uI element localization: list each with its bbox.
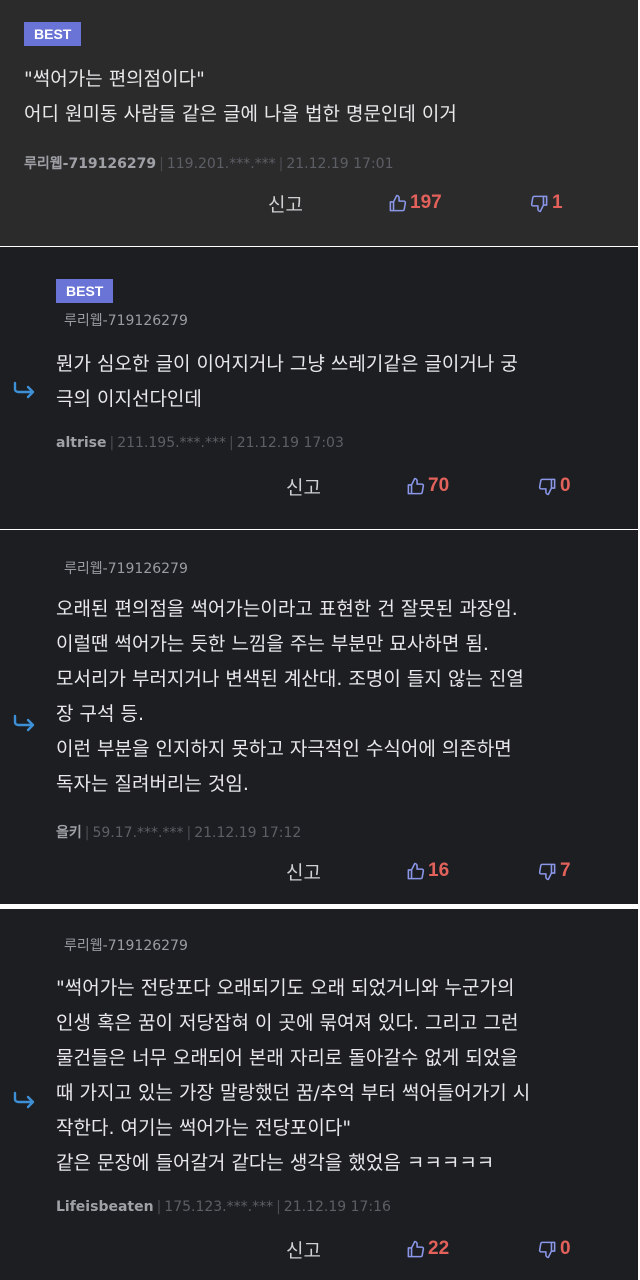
comment-body: 오래된 편의점을 썩어가는이라고 표현한 건 잘못된 과장임. 이럴땐 썩어가는… — [56, 598, 524, 795]
upvote-button[interactable]: 16 — [406, 860, 449, 882]
comment-best-1: BEST "썩어가는 편의점이다" 어디 원미동 사람들 같은 글에 나올 법한… — [0, 0, 638, 246]
report-button[interactable]: 신고 — [286, 473, 321, 500]
comment-date: 21.12.19 17:12 — [194, 825, 302, 841]
comment-actions: 신고 16 7 — [0, 858, 638, 888]
comment-reply-3: 루리웹-719126279 오래된 편의점을 썩어가는이라고 표현한 건 잘못된… — [0, 530, 638, 904]
meta-separator: | — [186, 825, 192, 841]
downvote-button[interactable]: 7 — [538, 860, 571, 882]
downvote-count: 1 — [552, 192, 563, 213]
comment-ip: 59.17.***.*** — [92, 825, 184, 841]
thumbs-up-icon — [407, 1240, 425, 1257]
thumbs-up-icon — [407, 477, 425, 494]
best-badge: BEST — [56, 279, 114, 303]
upvote-count: 22 — [428, 1238, 450, 1259]
upvote-count: 70 — [428, 475, 450, 496]
comment-date: 21.12.19 17:01 — [286, 156, 394, 172]
thumbs-up-icon — [407, 862, 425, 879]
meta-separator: | — [156, 1199, 162, 1215]
downvote-count: 0 — [560, 475, 571, 496]
comment-ip: 119.201.***.*** — [166, 156, 276, 172]
upvote-button[interactable]: 22 — [406, 1238, 449, 1260]
reply-target[interactable]: 루리웹-719126279 — [64, 558, 188, 578]
meta-separator: | — [84, 825, 90, 841]
comment-author[interactable]: altrise — [56, 435, 106, 451]
upvote-count: 16 — [428, 860, 450, 881]
comment-date: 21.12.19 17:03 — [236, 435, 344, 451]
upvote-count: 197 — [410, 192, 442, 213]
downvote-count: 0 — [560, 1238, 571, 1259]
meta-separator: | — [109, 435, 115, 451]
reply-target[interactable]: 루리웹-719126279 — [64, 935, 188, 955]
comment-meta: Lifeisbeaten | 175.123.***.*** | 21.12.19 17… — [56, 1199, 391, 1215]
reply-arrow-icon — [13, 714, 35, 732]
comment-body: 뭔가 심오한 글이 이어지거나 그냥 쓰레기같은 글이거나 궁 극의 이지선다인… — [56, 353, 518, 410]
upvote-button[interactable]: 197 — [388, 192, 442, 214]
comment-author[interactable]: Lifeisbeaten — [56, 1199, 154, 1215]
thumbs-up-icon — [389, 194, 407, 211]
meta-separator: | — [159, 156, 164, 172]
comment-ip: 211.195.***.*** — [117, 435, 226, 451]
downvote-button[interactable]: 1 — [530, 192, 563, 214]
comment-meta: 루리웹-719126279 | 119.201.***.*** | 21.12.19 1… — [24, 153, 394, 173]
comment-ip: 175.123.***.*** — [164, 1199, 274, 1215]
comment-best-2: BEST 루리웹-719126279 뭔가 심오한 글이 이어지거나 그냥 쓰레… — [0, 247, 638, 529]
thumbs-down-icon — [538, 863, 556, 880]
comment-actions: 신고 70 0 — [0, 473, 638, 503]
meta-separator: | — [278, 156, 284, 172]
comment-author[interactable]: 루리웹-719126279 — [24, 156, 156, 172]
comment-actions: 신고 22 0 — [0, 1236, 638, 1266]
report-button[interactable]: 신고 — [286, 858, 321, 885]
downvote-button[interactable]: 0 — [538, 1238, 571, 1260]
upvote-button[interactable]: 70 — [406, 475, 449, 497]
meta-separator: | — [229, 435, 234, 451]
comment-reply-4: 루리웹-719126279 "썩어가는 전당포다 오래되기도 오래 되었거니와 … — [0, 909, 638, 1280]
thumbs-down-icon — [538, 478, 556, 495]
comment-meta: altrise | 211.195.***.*** | 21.12.19 17:03 — [56, 435, 344, 451]
comment-date: 21.12.19 17:16 — [283, 1199, 391, 1215]
reply-arrow-icon — [13, 381, 35, 399]
thumbs-down-icon — [538, 1241, 556, 1258]
comment-body: "썩어가는 편의점이다" 어디 원미동 사람들 같은 글에 나올 법한 명문인데… — [24, 68, 457, 125]
meta-separator: | — [276, 1199, 281, 1215]
report-button[interactable]: 신고 — [286, 1236, 321, 1263]
thumbs-down-icon — [530, 195, 548, 212]
comment-meta: 을키 | 59.17.***.*** | 21.12.19 17:12 — [56, 822, 301, 842]
best-badge: BEST — [24, 22, 82, 46]
report-button[interactable]: 신고 — [268, 190, 303, 217]
downvote-button[interactable]: 0 — [538, 475, 571, 497]
reply-arrow-icon — [13, 1091, 35, 1109]
comment-author[interactable]: 을키 — [56, 825, 82, 841]
downvote-count: 7 — [560, 860, 571, 881]
reply-target[interactable]: 루리웹-719126279 — [64, 310, 188, 330]
comment-body: "썩어가는 전당포다 오래되기도 오래 되었거니와 누군가의 인생 혹은 꿈이 … — [56, 977, 531, 1174]
comment-actions: 신고 197 1 — [0, 190, 638, 220]
